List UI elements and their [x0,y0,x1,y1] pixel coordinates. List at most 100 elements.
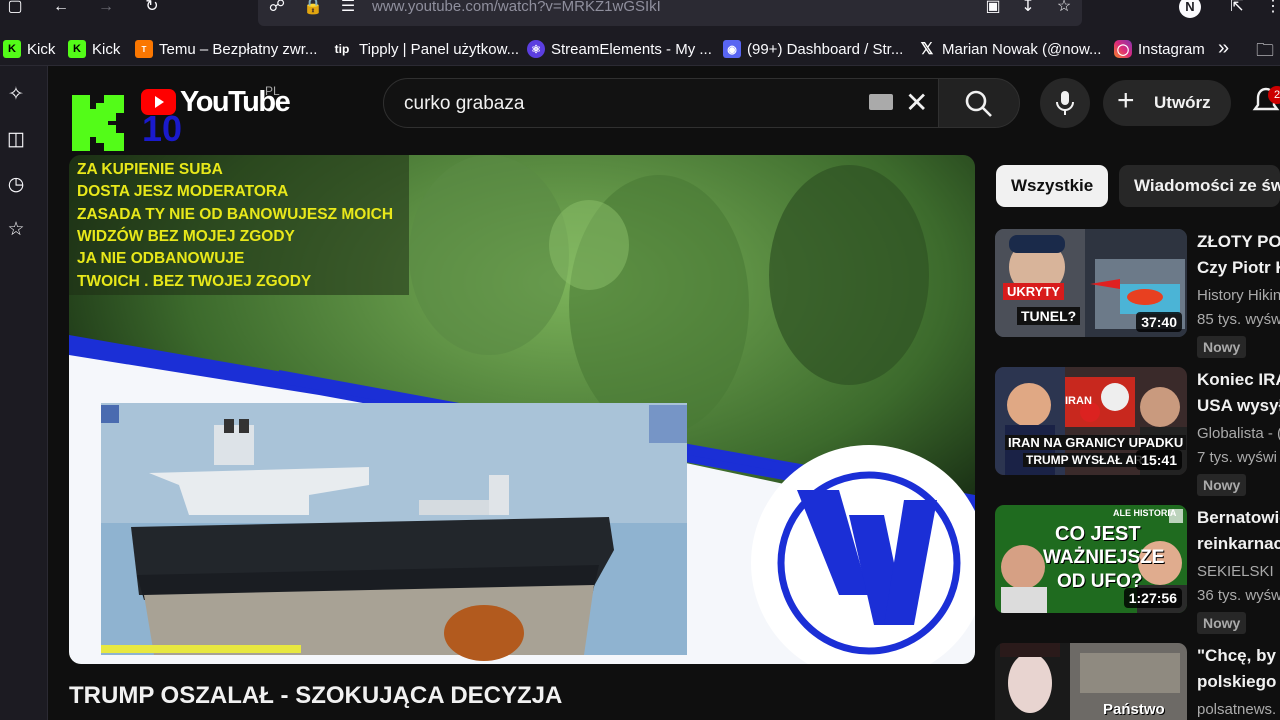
bookmark-temu[interactable]: T Temu – Bezpłatny zwr... [135,38,317,60]
related-thumbnail[interactable]: Państwo [995,643,1187,720]
create-button[interactable]: + Utwórz [1103,80,1231,126]
chip-world-news[interactable]: Wiadomości ze św [1119,165,1280,207]
overlay-text-line: DOSTA JESZ MODERATORA [77,183,289,200]
plus-icon: + [1117,84,1135,117]
related-title[interactable]: USA wysył [1197,393,1280,419]
bookmarks-star-icon[interactable]: ☆ [5,219,27,241]
create-label: Utwórz [1154,93,1211,112]
related-channel[interactable]: History Hikin [1197,287,1280,304]
bookmark-label: StreamElements - My ... [551,40,712,58]
back-icon[interactable]: ← [50,0,72,16]
thumbnail-text: WAŻNIEJSZE [1043,547,1165,568]
url-text[interactable]: www.youtube.com/watch?v=MRKZ1wGSIkI [372,0,661,14]
related-channel[interactable]: SEKIELSKI [1197,563,1274,580]
instagram-icon: ◯ [1114,40,1132,58]
x-icon: 𝕏 [920,41,934,58]
kick-icon: K [68,40,86,58]
chip-all[interactable]: Wszystkie [996,165,1109,207]
new-badge: Nowy [1197,336,1247,358]
related-thumbnail[interactable]: IRAN IRAN NA GRANICY UPADKU TRUMP WYSŁAŁ… [995,367,1187,475]
related-meta: 85 tys. wyśw [1197,311,1280,328]
bookmark-label: Tipply | Panel użytkow... [359,40,520,58]
ai-sparkle-icon[interactable]: ✧ [5,84,27,106]
bookmark-kick-1[interactable]: K Kick [3,38,55,60]
download-icon[interactable]: ↧ [1017,0,1039,16]
kick-overlay-logo [72,95,124,151]
tipply-icon: tip [331,40,353,58]
related-thumbnail[interactable]: UKRYTY TUNEL? 37:40 [995,229,1187,337]
new-badge: Nowy [1197,474,1247,496]
thumbnail-text: CO JEST [1055,523,1141,545]
related-meta: 7 tys. wyświ [1197,449,1278,466]
history-icon[interactable]: ◷ [5,174,27,196]
thumbnail-text: IRAN [1065,395,1092,407]
sidebar-toggle-icon[interactable]: ▢ [4,0,26,16]
related-title[interactable]: Koniec IRA [1197,367,1280,393]
related-channel[interactable]: polsatnews. [1197,701,1276,718]
kick-icon: K [3,40,21,58]
related-title[interactable]: ZŁOTY PO [1197,229,1280,255]
related-thumbnail[interactable]: ALE HISTORIA CO JEST WAŻNIEJSZE OD UFO? … [995,505,1187,613]
lock-icon[interactable]: 🔒 [302,0,324,16]
reader-icon[interactable]: ◫ [5,129,27,151]
duration-badge: 37:40 [1136,312,1182,332]
related-title[interactable]: polskiego [1197,669,1276,695]
overlay-text-line: JA NIE ODBANOWUJE [77,250,245,267]
streamelements-icon: ⚛ [527,40,545,58]
thumbnail-text: ALE HISTORIA [1113,508,1177,518]
browser-sidebar: ✧ ◫ ◷ ☆ [0,66,48,720]
bookmark-label: Kick [27,40,56,58]
bookmark-star-icon[interactable]: ☆ [1053,0,1075,16]
voice-search-button[interactable] [1040,78,1090,128]
bookmark-x[interactable]: 𝕏 Marian Nowak (@now... [918,38,1102,60]
discord-icon: ◉ [723,40,741,58]
browser-toolbar: ▢ ← → ↻ ☍ 🔒 ☰ www.youtube.com/watch?v=MR… [0,0,1280,32]
overlay-text-line: WIDZÓW BEZ MOJEJ ZGODY [77,228,295,245]
notifications-button[interactable]: 2 [1252,86,1280,120]
related-title[interactable]: Bernatowic [1197,505,1280,531]
bookmark-label: (99+) Dashboard / Str... [747,40,904,58]
related-title[interactable]: "Chcę, by t [1197,643,1280,669]
bookmark-streamelements[interactable]: ⚛ StreamElements - My ... [527,38,712,60]
bookmark-kick-2[interactable]: K Kick [68,38,120,60]
keyboard-icon[interactable] [869,94,893,110]
overlay-number: 10 [142,108,183,149]
bookmark-dashboard[interactable]: ◉ (99+) Dashboard / Str... [723,38,903,60]
forward-icon[interactable]: → [95,0,117,16]
related-title[interactable]: reinkarnac [1197,531,1280,557]
related-channel[interactable]: Globalista - ( [1197,425,1280,442]
bookmark-label: Instagram [1138,40,1205,58]
search-button[interactable] [938,78,1020,128]
permissions-icon[interactable]: ☰ [337,0,359,16]
new-badge: Nowy [1197,612,1247,634]
menu-icon[interactable]: ⋮ [1262,0,1280,16]
clear-search-icon[interactable]: ✕ [905,86,928,119]
thumbnail-text: IRAN NA GRANICY UPADKU [1005,435,1187,450]
extensions-icon[interactable]: ⇱ [1226,0,1248,16]
bookmark-instagram[interactable]: ◯ Instagram [1114,38,1205,60]
bookmarks-folder-icon[interactable]: 🗀 [1256,38,1274,68]
reload-icon[interactable]: ↻ [141,0,163,16]
microphone-icon [1056,91,1074,115]
bookmark-label: Kick [92,40,121,58]
duration-badge: 1:27:56 [1123,588,1182,608]
bookmark-tipply[interactable]: tip Tipply | Panel użytkow... [331,38,519,60]
region-label: PL [265,84,280,98]
bookmark-label: Marian Nowak (@now... [942,40,1102,58]
picture-in-picture-icon[interactable]: ▣ [982,0,1004,16]
search-icon [965,90,992,117]
temu-icon: T [135,40,153,58]
thumbnail-text: TUNEL? [1017,307,1081,325]
video-title: TRUMP OSZALAŁ - SZOKUJĄCA DECYZJA [69,682,563,709]
search-query[interactable]: curko grabaza [404,93,524,115]
duration-badge: 15:41 [1136,450,1182,470]
thumbnail-text: UKRYTY [1003,283,1064,300]
overlay-text-line: TWOICH . BEZ TWOJEJ ZGODY [77,273,312,290]
overlay-text-line: ZA KUPIENIE SUBA [77,161,223,178]
related-meta: 36 tys. wyśw [1197,587,1280,604]
tracking-shield-icon[interactable]: ☍ [266,0,288,16]
more-bookmarks-icon[interactable]: » [1218,37,1229,60]
related-title[interactable]: Czy Piotr K [1197,255,1280,281]
bookmark-label: Temu – Bezpłatny zwr... [159,40,318,58]
profile-avatar[interactable]: N [1179,0,1201,18]
